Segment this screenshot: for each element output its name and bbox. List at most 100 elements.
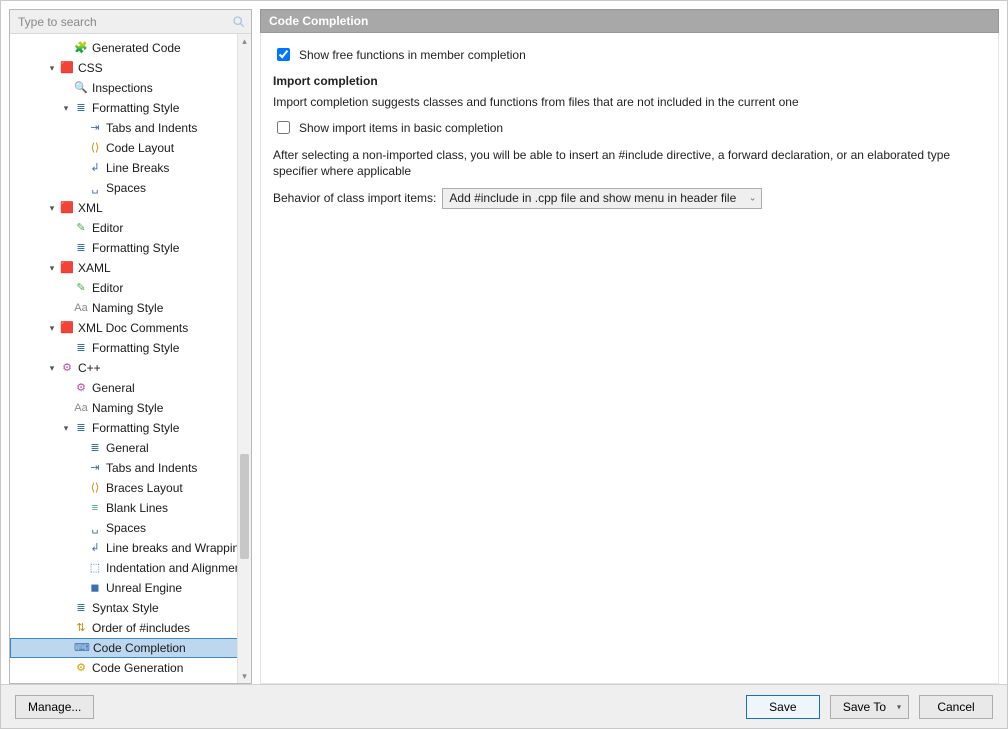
tree-item[interactable]: ▸⇥Tabs and Indents [10, 118, 251, 138]
tree-item-icon: ⇥ [87, 120, 103, 136]
tree-item[interactable]: ▾🟥CSS [10, 58, 251, 78]
tree-item-icon: ↲ [87, 540, 103, 556]
tree-item-label: Code Layout [106, 138, 174, 158]
tree-item[interactable]: ▸␣Spaces [10, 518, 251, 538]
cancel-button[interactable]: Cancel [919, 695, 993, 719]
tree-item[interactable]: ▸⌨Code Completion [10, 638, 251, 658]
settings-tree[interactable]: ▸🧩Generated Code▾🟥CSS▸🔍Inspections▾≣Form… [10, 34, 251, 683]
tree-item[interactable]: ▸◼Unreal Engine [10, 578, 251, 598]
save-button[interactable]: Save [746, 695, 820, 719]
tree-item-icon: 🟥 [59, 320, 75, 336]
chevron-down-icon[interactable]: ▾ [46, 198, 58, 218]
search-input[interactable] [16, 14, 231, 30]
tree-item[interactable]: ▸≡Blank Lines [10, 498, 251, 518]
chevron-down-icon[interactable]: ▾ [60, 98, 72, 118]
tree-item[interactable]: ▸≣Formatting Style [10, 338, 251, 358]
checkbox-input[interactable] [277, 48, 290, 61]
tree-item-icon: ⇅ [73, 620, 89, 636]
behavior-dropdown[interactable]: Add #include in .cpp file and show menu … [442, 188, 762, 209]
tree-item[interactable]: ▸⚙General [10, 378, 251, 398]
tree-item-icon: ⌨ [74, 640, 90, 656]
tree-item[interactable]: ▸⟨⟩Braces Layout [10, 478, 251, 498]
tree-item[interactable]: ▾≣Formatting Style [10, 98, 251, 118]
tree-item[interactable]: ▸↲Line Breaks [10, 158, 251, 178]
search-icon[interactable] [231, 14, 247, 30]
save-to-button[interactable]: Save To ▾ [830, 695, 909, 719]
tree-item-icon: ⚙ [73, 660, 89, 676]
tree-item[interactable]: ▾🟥XML Doc Comments [10, 318, 251, 338]
chevron-down-icon: ▾ [897, 702, 901, 711]
tree-item-label: Editor [92, 218, 123, 238]
tree-item[interactable]: ▸⇅Order of #includes [10, 618, 251, 638]
tree-item-icon: 🟥 [59, 260, 75, 276]
tree-item[interactable]: ▾⚙C++ [10, 358, 251, 378]
tree-item-label: Tabs and Indents [106, 118, 197, 138]
tree-item[interactable]: ▸↲Line breaks and Wrapping [10, 538, 251, 558]
tree-item-label: Inspections [92, 78, 153, 98]
tree-item[interactable]: ▸⚙Code Generation [10, 658, 251, 678]
dialog-footer: Manage... Save Save To ▾ Cancel [1, 684, 1007, 728]
tree-item-label: General [106, 438, 149, 458]
tree-item-icon: 🟥 [59, 60, 75, 76]
tree-item[interactable]: ▾≣Formatting Style [10, 418, 251, 438]
tree-item-label: Formatting Style [92, 338, 179, 358]
tree-item[interactable]: ▾🟥XAML [10, 258, 251, 278]
scroll-down-icon[interactable]: ▾ [238, 669, 251, 683]
tree-item-icon: ⟨⟩ [87, 140, 103, 156]
scroll-thumb[interactable] [240, 454, 249, 559]
vertical-scrollbar[interactable]: ▴ ▾ [237, 34, 251, 683]
checkbox-input[interactable] [277, 121, 290, 134]
tree-item-icon: ␣ [87, 180, 103, 196]
tree-item-icon: ≣ [73, 420, 89, 436]
tree-item-icon: ◼ [87, 580, 103, 596]
scroll-up-icon[interactable]: ▴ [238, 34, 251, 48]
tree-item[interactable]: ▸≣General [10, 438, 251, 458]
tree-item[interactable]: ▸⬚Indentation and Alignment [10, 558, 251, 578]
dropdown-label: Behavior of class import items: [273, 191, 436, 205]
tree-item-label: XML [78, 198, 103, 218]
tree-item[interactable]: ▾🟥XML [10, 198, 251, 218]
chevron-down-icon[interactable]: ▾ [46, 258, 58, 278]
tree-item-label: Tabs and Indents [106, 458, 197, 478]
tree-item[interactable]: ▸AaNaming Style [10, 398, 251, 418]
tree-item-label: Syntax Style [92, 598, 159, 618]
tree-item-icon: ␣ [87, 520, 103, 536]
manage-button[interactable]: Manage... [15, 695, 94, 719]
tree-item[interactable]: ▸✎Editor [10, 278, 251, 298]
tree-item-label: Order of #includes [92, 618, 190, 638]
tree-item-icon: ⟨⟩ [87, 480, 103, 496]
tree-item[interactable]: ▸⟨⟩Code Layout [10, 138, 251, 158]
tree-item-label: Formatting Style [92, 98, 179, 118]
tree-item-icon: 🧩 [73, 40, 89, 56]
tree-item-label: Blank Lines [106, 498, 168, 518]
tree-item[interactable]: ▸AaNaming Style [10, 298, 251, 318]
tree-item[interactable]: ▸🔍Inspections [10, 78, 251, 98]
section-import-completion: Import completion [273, 74, 986, 88]
chevron-down-icon: ⌄ [749, 193, 757, 204]
tree-item-icon: ⬚ [87, 560, 103, 576]
tree-item[interactable]: ▸⇥Tabs and Indents [10, 458, 251, 478]
tree-item-label: Line Breaks [106, 158, 169, 178]
tree-item-icon: ≣ [73, 340, 89, 356]
tree-item-icon: 🟥 [59, 200, 75, 216]
content-pane: Code Completion Show free functions in m… [260, 9, 999, 684]
tree-item-icon: ≣ [73, 100, 89, 116]
tree-item-icon: ⚙ [59, 360, 75, 376]
tree-item[interactable]: ▸≣Syntax Style [10, 598, 251, 618]
tree-item[interactable]: ▸🧩Generated Code [10, 38, 251, 58]
show-free-functions-checkbox[interactable]: Show free functions in member completion [273, 45, 986, 64]
tree-item-icon: ✎ [73, 280, 89, 296]
tree-item-icon: ⚙ [73, 380, 89, 396]
tree-item[interactable]: ▸␣Spaces [10, 178, 251, 198]
chevron-down-icon[interactable]: ▾ [60, 418, 72, 438]
show-import-items-checkbox[interactable]: Show import items in basic completion [273, 118, 986, 137]
chevron-down-icon[interactable]: ▾ [46, 58, 58, 78]
tree-item[interactable]: ▸✎Editor [10, 218, 251, 238]
chevron-down-icon[interactable]: ▾ [46, 358, 58, 378]
tree-item[interactable]: ▸≣Formatting Style [10, 238, 251, 258]
tree-item-label: XML Doc Comments [78, 318, 188, 338]
chevron-down-icon[interactable]: ▾ [46, 318, 58, 338]
tree-item-label: Editor [92, 278, 123, 298]
tree-item-icon: ⇥ [87, 460, 103, 476]
tree-item-icon: Aa [73, 400, 89, 416]
